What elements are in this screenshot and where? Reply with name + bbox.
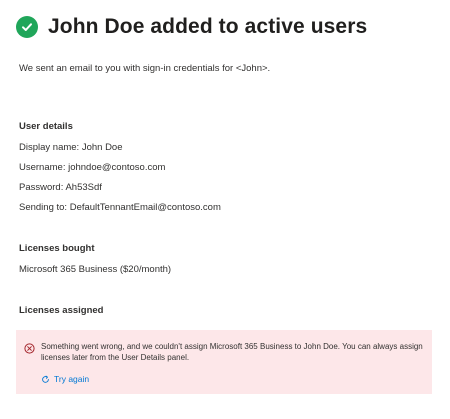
licenses-assigned-heading: Licenses assigned: [19, 305, 104, 316]
display-name-line: Display name: John Doe: [19, 142, 123, 153]
license-error-banner: Something went wrong, and we couldn't as…: [16, 330, 432, 394]
error-circle-icon: [24, 341, 35, 354]
sending-to-line: Sending to: DefaultTennantEmail@contoso.…: [19, 202, 221, 213]
refresh-icon: [42, 375, 49, 383]
password-line: Password: Ah53Sdf: [19, 182, 102, 193]
try-again-label[interactable]: Try again: [54, 374, 89, 384]
user-details-heading: User details: [19, 121, 73, 132]
checkmark-circle-icon: [16, 16, 38, 38]
try-again-link[interactable]: Try again: [41, 374, 89, 384]
license-error-message: Something went wrong, and we couldn't as…: [41, 342, 423, 362]
page-header: John Doe added to active users: [16, 15, 367, 39]
licenses-bought-heading: Licenses bought: [19, 243, 95, 254]
username-line: Username: johndoe@contoso.com: [19, 162, 166, 173]
page-title: John Doe added to active users: [48, 15, 368, 38]
licenses-bought-value: Microsoft 365 Business ($20/month): [19, 264, 172, 275]
confirmation-message: We sent an email to you with sign-in cre…: [19, 63, 271, 74]
